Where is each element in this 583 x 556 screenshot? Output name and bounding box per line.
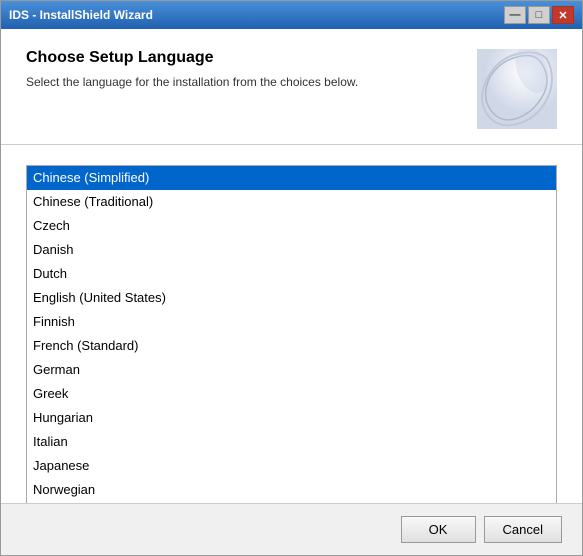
list-item[interactable]: Czech	[27, 214, 556, 238]
list-item[interactable]: Finnish	[27, 310, 556, 334]
list-item[interactable]: Chinese (Traditional)	[27, 190, 556, 214]
list-item[interactable]: Hungarian	[27, 406, 556, 430]
cancel-button[interactable]: Cancel	[484, 516, 562, 543]
language-listbox-container: Chinese (Simplified)Chinese (Traditional…	[26, 165, 557, 503]
list-item[interactable]: Chinese (Simplified)	[27, 166, 556, 190]
banner-title: Choose Setup Language	[26, 49, 477, 67]
minimize-button[interactable]: —	[504, 6, 526, 24]
list-item[interactable]: Norwegian	[27, 478, 556, 502]
list-item[interactable]: German	[27, 358, 556, 382]
wizard-window: IDS - InstallShield Wizard — □ ✕ Choose …	[0, 0, 583, 556]
title-bar: IDS - InstallShield Wizard — □ ✕	[1, 1, 582, 29]
list-item[interactable]: French (Standard)	[27, 334, 556, 358]
banner-description: Select the language for the installation…	[26, 75, 477, 89]
maximize-button[interactable]: □	[528, 6, 550, 24]
content-area: Choose Setup Language Select the languag…	[1, 29, 582, 503]
language-listbox[interactable]: Chinese (Simplified)Chinese (Traditional…	[27, 166, 556, 503]
main-content: Chinese (Simplified)Chinese (Traditional…	[1, 145, 582, 503]
window-title: IDS - InstallShield Wizard	[9, 8, 153, 22]
ok-button[interactable]: OK	[401, 516, 476, 543]
list-item[interactable]: Italian	[27, 430, 556, 454]
list-item[interactable]: Danish	[27, 238, 556, 262]
list-item[interactable]: Polish	[27, 502, 556, 503]
title-bar-buttons: — □ ✕	[504, 6, 574, 24]
banner: Choose Setup Language Select the languag…	[1, 29, 582, 145]
list-item[interactable]: Greek	[27, 382, 556, 406]
list-item[interactable]: English (United States)	[27, 286, 556, 310]
banner-text: Choose Setup Language Select the languag…	[26, 49, 477, 89]
close-button[interactable]: ✕	[552, 6, 574, 24]
list-item[interactable]: Japanese	[27, 454, 556, 478]
list-item[interactable]: Dutch	[27, 262, 556, 286]
banner-image	[477, 49, 557, 129]
bottom-bar: OK Cancel	[1, 503, 582, 555]
